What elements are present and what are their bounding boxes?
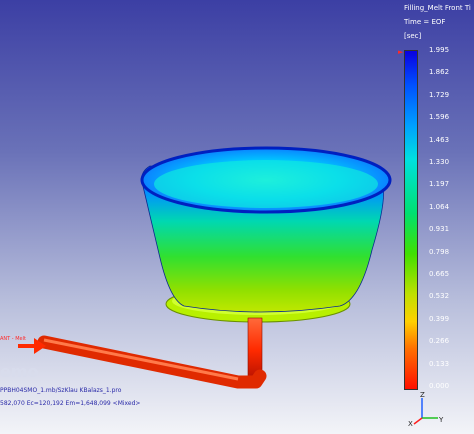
legend-subtitle: Time = EOF [404, 18, 446, 26]
watermark: emo [0, 362, 39, 381]
legend-tick: 0.931 [429, 225, 450, 234]
legend-tick: 1.862 [429, 68, 450, 77]
mesh-stats-label: 582,070 Ec=120,192 Em=1,648,099 <Mixed> [0, 400, 141, 407]
gate-label: ANT - Melt [0, 336, 26, 342]
legend-tick: 1.197 [429, 180, 450, 189]
legend-tick: 0.665 [429, 270, 450, 278]
legend-tick: 1.995 [429, 46, 450, 54]
legend-tick: 0.000 [429, 382, 450, 390]
color-scale-bar [404, 50, 418, 390]
x-axis-label: X [408, 420, 413, 426]
legend-unit: [sec] [404, 32, 422, 40]
legend-tick: 0.266 [429, 337, 450, 346]
simulation-viewport[interactable]: ANT - Melt emo PPBH04SMO_1.mb/SzKlau KBa… [0, 0, 474, 434]
legend-title: Filling_Melt Front Ti [404, 4, 471, 12]
legend-tick: 0.399 [429, 314, 450, 323]
result-legend: Filling_Melt Front Ti Time = EOF [sec] ►… [398, 0, 474, 434]
cup-inner [154, 160, 378, 208]
legend-tick: 0.133 [429, 359, 450, 368]
runner-highlight [43, 338, 239, 381]
y-axis-label: Y [438, 416, 444, 424]
z-axis-label: Z [420, 391, 425, 399]
orientation-triad: Z Y X [408, 391, 444, 426]
legend-tick: 1.463 [429, 135, 450, 144]
max-marker-icon: ► [398, 48, 404, 56]
legend-tick: 0.798 [429, 247, 450, 256]
legend-tick: 0.532 [429, 292, 450, 301]
legend-tick: 1.729 [429, 90, 450, 99]
file-path-label: PPBH04SMO_1.mb/SzKlau KBalazs_1.pro [0, 387, 122, 394]
legend-tick: 1.064 [429, 202, 450, 211]
legend-tick: 1.330 [429, 158, 450, 166]
legend-tick: 1.596 [429, 113, 450, 122]
x-axis-line [413, 417, 423, 425]
